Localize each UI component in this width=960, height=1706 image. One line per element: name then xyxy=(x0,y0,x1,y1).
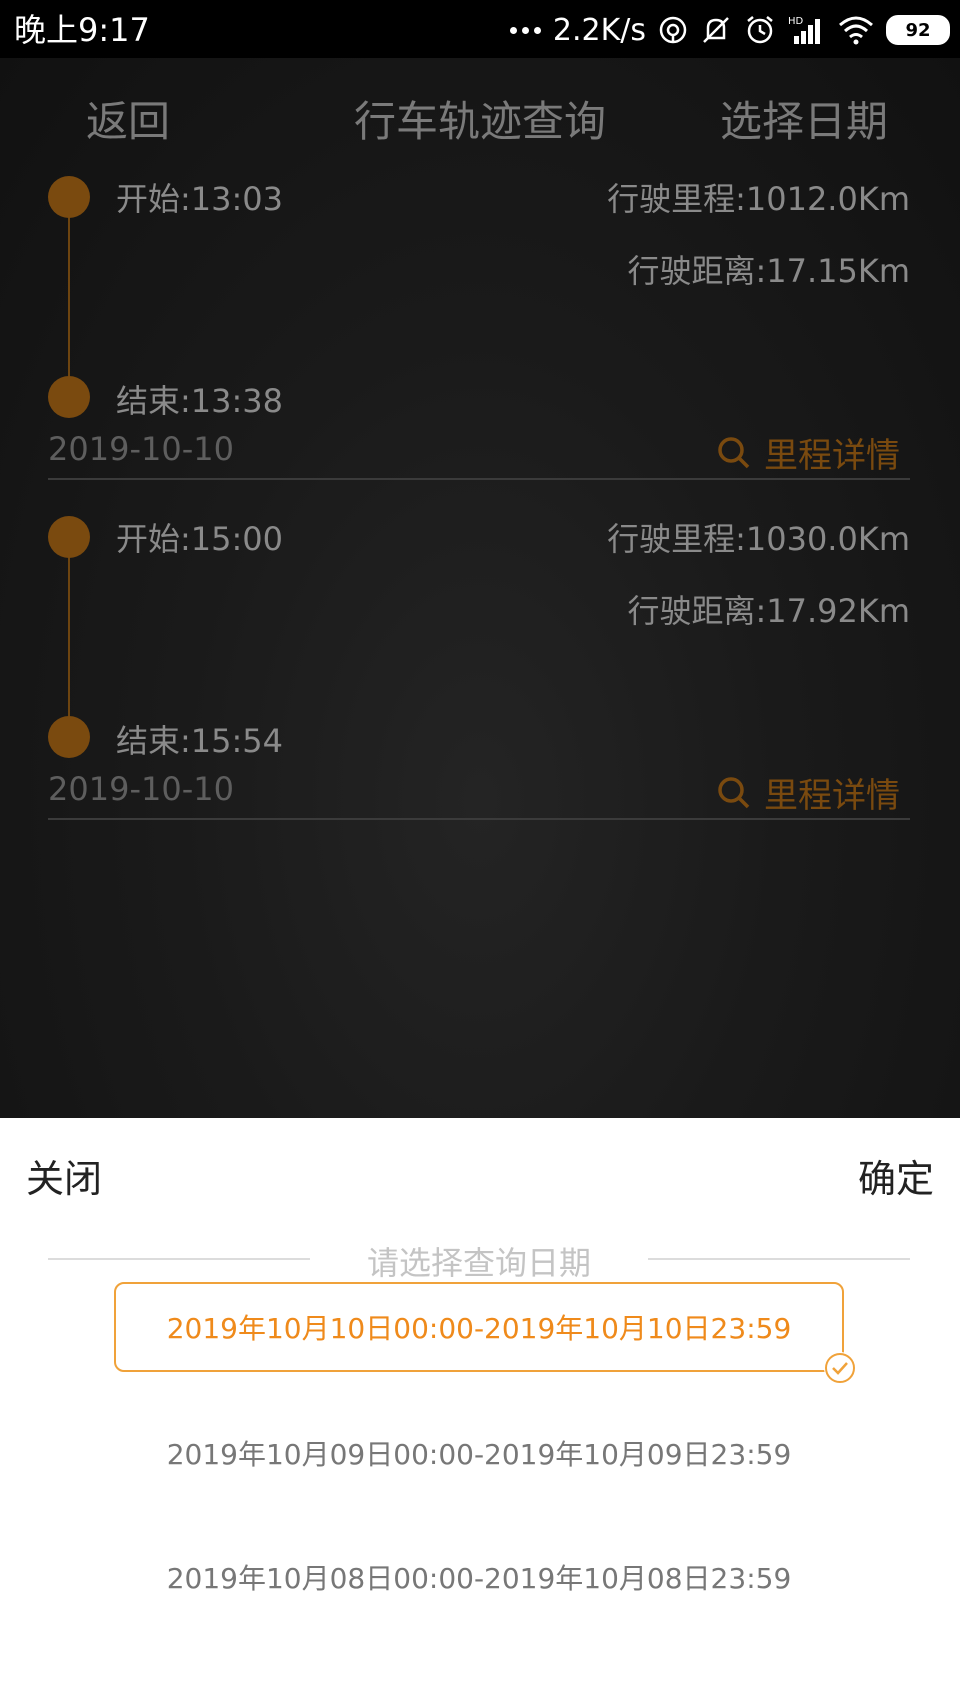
timeline-start-dot xyxy=(48,176,90,218)
timeline-start-dot xyxy=(48,516,90,558)
alarm-icon xyxy=(747,16,773,44)
date-option-selected[interactable]: 2019年10月10日00:00-2019年10月10日23:59 xyxy=(114,1282,856,1384)
hd-signal-icon: HD xyxy=(788,16,820,44)
status-icons: 2.2K/s HD 92 xyxy=(509,8,950,52)
trip-mileage: 行驶里程:1012.0Km xyxy=(607,180,910,218)
mileage-detail-label: 里程详情 xyxy=(764,776,900,816)
trip-end-time: 结束:13:38 xyxy=(116,382,284,420)
search-icon xyxy=(718,776,750,808)
timeline-end-dot xyxy=(48,376,90,418)
sheet-title-row: 请选择查询日期 xyxy=(48,1230,910,1286)
trip-card: 开始:15:00 行驶里程:1030.0Km 行驶距离:17.92Km 结束:1… xyxy=(0,512,960,852)
hotspot-icon xyxy=(659,16,687,44)
search-icon xyxy=(718,436,750,468)
trip-card: 开始:13:03 行驶里程:1012.0Km 行驶距离:17.15Km 结束:1… xyxy=(0,172,960,512)
close-button[interactable]: 关闭 xyxy=(26,1148,102,1203)
select-date-button[interactable]: 选择日期 xyxy=(720,88,888,149)
date-picker-sheet: 关闭 确定 请选择查询日期 2019年10月10日00:00-2019年10月1… xyxy=(0,1118,960,1706)
check-circle-icon xyxy=(824,1352,856,1384)
trip-divider xyxy=(48,818,910,820)
trip-query-page: 返回 行车轨迹查询 选择日期 开始:13:03 行驶里程:1012.0Km 行驶… xyxy=(0,58,960,1118)
mileage-detail-link[interactable]: 里程详情 xyxy=(716,428,900,477)
mute-icon xyxy=(703,17,729,43)
wifi-icon xyxy=(839,16,873,45)
trip-start-time: 开始:13:03 xyxy=(116,180,284,218)
date-option-label: 2019年10月08日00:00-2019年10月08日23:59 xyxy=(166,1562,792,1595)
date-option-label: 2019年10月09日00:00-2019年10月09日23:59 xyxy=(166,1438,792,1471)
confirm-button[interactable]: 确定 xyxy=(858,1148,934,1203)
trip-date: 2019-10-10 xyxy=(48,770,234,808)
trip-end-time: 结束:15:54 xyxy=(116,722,284,760)
status-bar: 晚上9:17 2.2K/s HD 92 xyxy=(0,0,960,58)
dots-icon xyxy=(509,26,541,34)
date-option[interactable]: 2019年10月09日00:00-2019年10月09日23:59 xyxy=(114,1408,844,1498)
page-header: 返回 行车轨迹查询 选择日期 xyxy=(0,58,960,168)
battery-icon: 92 xyxy=(886,15,950,45)
trip-mileage: 行驶里程:1030.0Km xyxy=(607,520,910,558)
network-speed: 2.2K/s xyxy=(552,12,646,48)
battery-level: 92 xyxy=(905,19,931,41)
svg-text:HD: HD xyxy=(788,16,804,27)
trip-distance: 行驶距离:17.92Km xyxy=(627,592,910,630)
trip-date: 2019-10-10 xyxy=(48,430,234,468)
status-time: 晚上9:17 xyxy=(14,11,150,49)
trip-start-time: 开始:15:00 xyxy=(116,520,284,558)
date-option-label: 2019年10月10日00:00-2019年10月10日23:59 xyxy=(166,1312,792,1345)
mileage-detail-label: 里程详情 xyxy=(764,436,900,476)
trip-distance: 行驶距离:17.15Km xyxy=(627,252,910,290)
title-divider-right xyxy=(648,1258,910,1260)
timeline-end-dot xyxy=(48,716,90,758)
mileage-detail-link[interactable]: 里程详情 xyxy=(716,768,900,817)
timeline-line xyxy=(68,542,70,724)
sheet-title: 请选择查询日期 xyxy=(366,1244,591,1282)
timeline-line xyxy=(68,202,70,384)
trip-divider xyxy=(48,478,910,480)
date-option[interactable]: 2019年10月08日00:00-2019年10月08日23:59 xyxy=(114,1532,844,1622)
